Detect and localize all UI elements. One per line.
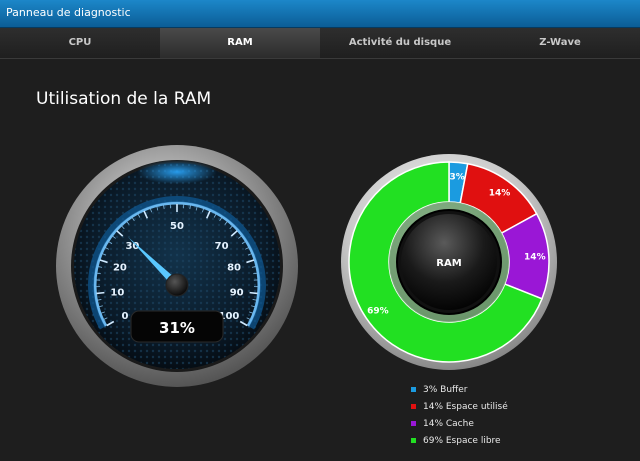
gauge-tick-label: 50 [170,221,184,232]
legend-swatch-used [411,404,416,409]
ram-donut-chart: RAM 3% 14% 14% 69% [341,154,557,370]
gauge-readout: 31% [159,319,195,337]
donut-segment-label: 69% [367,306,389,316]
legend-item-used: 14% Espace utilisé [411,398,508,415]
legend-label-used: 14% Espace utilisé [423,401,508,412]
donut-legend: 3% Buffer 14% Espace utilisé 14% Cache 6… [411,381,508,449]
donut-segment-label: 3% [449,172,464,182]
legend-label-free: 69% Espace libre [423,435,501,446]
gauge-tick-label: 70 [215,241,229,252]
gauge-hub [165,273,189,297]
legend-swatch-free [411,438,416,443]
donut-segment-label: 14% [524,253,546,263]
legend-label-cache: 14% Cache [423,418,474,429]
donut-center-label: RAM [436,258,461,269]
gauge-tick-label: 10 [110,287,124,298]
gauge-tick [96,291,105,295]
gauge-tick [249,291,258,295]
legend-label-buffer: 3% Buffer [423,384,468,395]
legend-swatch-cache [411,421,416,426]
gauge-top-glow [137,160,217,184]
donut-segment-label: 14% [489,188,511,198]
gauge-tick-label: 20 [113,262,127,273]
legend-item-buffer: 3% Buffer [411,381,508,398]
ram-gauge: 010203050708090100 31% [56,145,298,387]
gauge-tick-label: 80 [227,262,241,273]
legend-item-cache: 14% Cache [411,415,508,432]
gauge-tick-label: 90 [230,287,244,298]
legend-swatch-buffer [411,387,416,392]
gauge-tick-label: 0 [122,311,129,322]
ram-charts: 010203050708090100 31% RAM 3%14%14%69% [56,145,557,387]
legend-item-free: 69% Espace libre [411,432,508,449]
